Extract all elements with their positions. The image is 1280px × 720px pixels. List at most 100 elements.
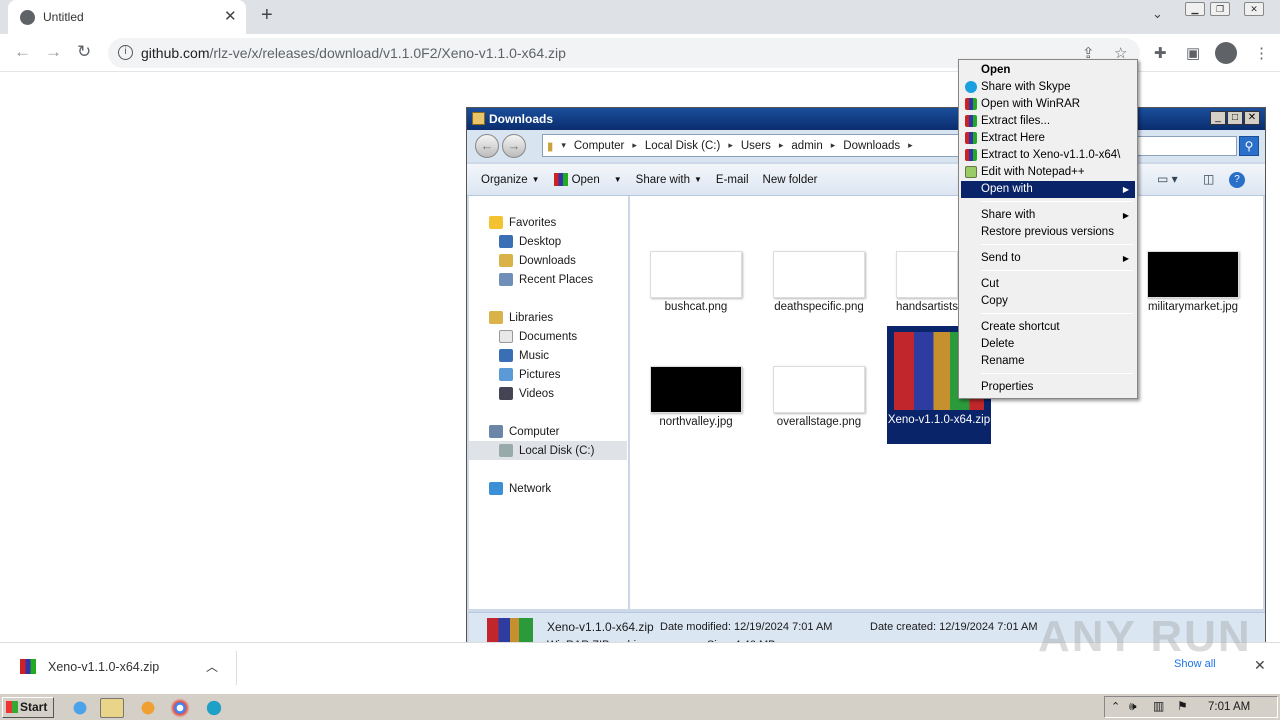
network-tray-icon[interactable]: ▥ [1153, 699, 1164, 713]
file-item[interactable]: militarymarket.jpg [1138, 251, 1248, 313]
explorer-close-button[interactable]: ✕ [1244, 111, 1260, 125]
explorer-taskbar-icon[interactable] [100, 698, 124, 718]
volume-icon[interactable]: 🕪 [1129, 699, 1137, 714]
tab-title: Untitled [43, 10, 84, 24]
file-item[interactable]: deathspecific.png [769, 251, 869, 313]
nav-local-disk[interactable]: Local Disk (C:) [469, 441, 627, 460]
email-button[interactable]: E-mail [716, 174, 749, 186]
nav-favorites[interactable]: Favorites [469, 213, 627, 232]
search-icon[interactable]: ⚲ [1239, 136, 1259, 156]
menu-create-shortcut[interactable]: Create shortcut [961, 319, 1135, 336]
menu-properties[interactable]: Properties [961, 379, 1135, 396]
forward-arrow-icon[interactable]: → [45, 42, 62, 62]
nav-recent-places[interactable]: Recent Places [469, 270, 627, 289]
new-folder-button[interactable]: New folder [763, 174, 818, 186]
winrar-icon [965, 149, 977, 161]
nav-libraries[interactable]: Libraries [469, 308, 627, 327]
explorer-address-row: ← → ▮ ▾ Computer ▸ Local Disk (C:) ▸ Users… [467, 130, 1265, 162]
menu-send-to[interactable]: Send to ▶ [961, 250, 1135, 267]
extensions-puzzle-icon[interactable]: ✚ [1154, 44, 1167, 62]
explorer-minimize-button[interactable]: _ [1210, 111, 1226, 125]
crumb-admin[interactable]: admin [787, 140, 826, 152]
site-info-icon[interactable]: i [118, 45, 133, 60]
help-icon[interactable]: ? [1229, 172, 1245, 188]
menu-separator [981, 313, 1133, 314]
file-item[interactable]: overallstage.png [769, 366, 869, 428]
menu-open-with[interactable]: Open with ▶ [961, 181, 1135, 198]
breadcrumb-folder-icon: ▮ [547, 140, 554, 153]
minimize-button[interactable]: ▁ [1185, 2, 1205, 16]
close-tab-icon[interactable]: ✕ [224, 7, 237, 25]
restore-button[interactable]: ❐ [1210, 2, 1230, 16]
folder-icon [472, 112, 485, 125]
crumb-localdisk[interactable]: Local Disk (C:) [641, 140, 724, 152]
open-button[interactable]: Open ▼ [553, 173, 622, 186]
nav-documents[interactable]: Documents [469, 327, 627, 346]
action-center-flag-icon[interactable]: ⚑ [1177, 699, 1188, 713]
explorer-titlebar[interactable]: Downloads _ □ ✕ [467, 108, 1265, 130]
winrar-icon [965, 132, 977, 144]
menu-open[interactable]: Open [961, 62, 1135, 79]
explorer-forward-icon[interactable]: → [502, 134, 526, 158]
nav-videos[interactable]: Videos [469, 384, 627, 403]
music-icon [499, 349, 513, 362]
new-tab-button[interactable]: + [261, 4, 273, 27]
menu-extract-files[interactable]: Extract files... [961, 113, 1135, 130]
start-button[interactable]: Start [2, 697, 54, 718]
menu-extract-to[interactable]: Extract to Xeno-v1.1.0-x64\ [961, 147, 1135, 164]
winrar-icon [965, 98, 977, 110]
crumb-computer[interactable]: Computer [570, 140, 629, 152]
tray-expand-icon[interactable]: ⌃ [1111, 700, 1120, 713]
chevron-up-icon[interactable]: ︿ [206, 658, 218, 675]
crumb-users[interactable]: Users [737, 140, 775, 152]
explorer-maximize-button[interactable]: □ [1227, 111, 1243, 125]
nav-desktop[interactable]: Desktop [469, 232, 627, 251]
download-item-name[interactable]: Xeno-v1.1.0-x64.zip [48, 660, 159, 674]
menu-copy[interactable]: Copy [961, 293, 1135, 310]
menu-share-skype[interactable]: Share with Skype [961, 79, 1135, 96]
breadcrumb[interactable]: ▮ ▾ Computer ▸ Local Disk (C:) ▸ Users ▸ ad… [542, 134, 962, 157]
nav-network[interactable]: Network [469, 479, 627, 498]
nav-music[interactable]: Music [469, 346, 627, 365]
preview-pane-icon[interactable]: ◫ [1203, 172, 1214, 186]
menu-restore-versions[interactable]: Restore previous versions [961, 224, 1135, 241]
nav-pictures[interactable]: Pictures [469, 365, 627, 384]
profile-avatar[interactable] [1215, 42, 1237, 64]
crumb-downloads[interactable]: Downloads [839, 140, 904, 152]
menu-extract-here[interactable]: Extract Here [961, 130, 1135, 147]
media-player-icon[interactable] [136, 698, 160, 718]
tab-search-chevron-icon[interactable]: ⌄ [1152, 6, 1163, 22]
share-with-button[interactable]: Share with ▼ [636, 174, 702, 186]
side-panel-icon[interactable]: ▣ [1186, 44, 1200, 62]
details-modified: Date modified: 12/19/2024 7:01 AM [660, 621, 833, 633]
nav-computer[interactable]: Computer [469, 422, 627, 441]
menu-open-winrar[interactable]: Open with WinRAR [961, 96, 1135, 113]
navigation-pane: Favorites Desktop Downloads Recent Place… [469, 196, 629, 609]
search-input[interactable] [1137, 136, 1237, 156]
menu-separator [981, 244, 1133, 245]
menu-edit-notepad[interactable]: Edit with Notepad++ [961, 164, 1135, 181]
menu-delete[interactable]: Delete [961, 336, 1135, 353]
chrome-icon[interactable] [168, 698, 192, 718]
organize-button[interactable]: Organize ▼ [481, 174, 540, 186]
file-item[interactable]: handsartists [892, 251, 962, 313]
menu-rename[interactable]: Rename [961, 353, 1135, 370]
tab-untitled[interactable]: Untitled ✕ [8, 0, 246, 34]
view-icon[interactable]: ▭ ▾ [1157, 172, 1178, 186]
close-shelf-icon[interactable]: ✕ [1254, 657, 1266, 674]
back-arrow-icon[interactable]: ← [14, 42, 31, 62]
nav-downloads[interactable]: Downloads [469, 251, 627, 270]
menu-share-with[interactable]: Share with ▶ [961, 207, 1135, 224]
explorer-back-icon[interactable]: ← [475, 134, 499, 158]
reload-icon[interactable]: ↻ [77, 42, 91, 62]
file-item[interactable]: bushcat.png [646, 251, 746, 313]
menu-kebab-icon[interactable]: ⋮ [1254, 44, 1269, 62]
menu-cut[interactable]: Cut [961, 276, 1135, 293]
image-thumbnail [650, 251, 742, 298]
ie-icon[interactable] [68, 698, 92, 718]
file-item[interactable]: northvalley.jpg [646, 366, 746, 428]
clock[interactable]: 7:01 AM [1208, 701, 1250, 713]
edge-icon[interactable] [202, 698, 226, 718]
close-window-button[interactable]: ✕ [1244, 2, 1264, 16]
breadcrumb-dropdown-icon[interactable]: ▾ [557, 140, 570, 151]
